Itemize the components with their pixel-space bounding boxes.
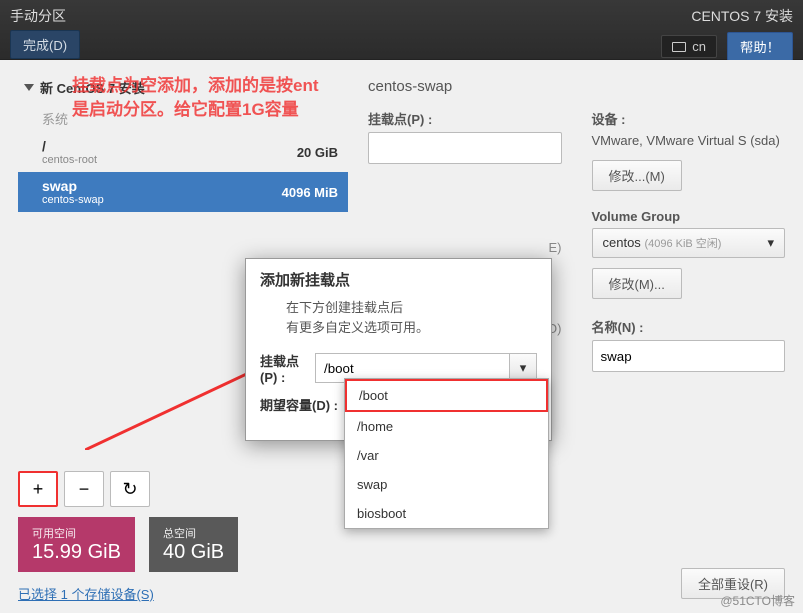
partition-controls: + − ↻ bbox=[18, 471, 348, 507]
help-button[interactable]: 帮助！ bbox=[727, 32, 793, 61]
install-title: CENTOS 7 安装 bbox=[691, 6, 793, 26]
desired-capacity-partial: E) bbox=[368, 240, 562, 255]
mountpoint-input[interactable] bbox=[368, 132, 562, 164]
done-button[interactable]: 完成(D) bbox=[10, 30, 80, 59]
modify-vg-button[interactable]: 修改(M)... bbox=[592, 268, 682, 299]
remove-partition-button[interactable]: − bbox=[64, 471, 104, 507]
partition-item-swap[interactable]: swap centos-swap 4096 MiB bbox=[18, 172, 348, 212]
chevron-down-icon: ▾ bbox=[520, 360, 527, 376]
mountpoint-field: 挂载点(P) : bbox=[368, 109, 562, 164]
watermark: @51CTO博客 bbox=[720, 592, 795, 609]
name-input[interactable] bbox=[592, 340, 786, 372]
modal-capacity-label: 期望容量(D) : bbox=[260, 395, 350, 414]
details-heading: centos-swap bbox=[368, 78, 785, 95]
mountpoint-dropdown-list: /boot /home /var swap biosboot bbox=[344, 378, 549, 529]
partition-item-root[interactable]: / centos-root 20 GiB bbox=[18, 132, 348, 172]
keyboard-layout-indicator[interactable]: cn bbox=[661, 35, 717, 58]
page-title: 手动分区 bbox=[10, 6, 80, 26]
modal-title: 添加新挂载点 bbox=[260, 269, 537, 290]
annotation-overlay: 挂载点为空添加，添加的是按ent 是启动分区。给它配置1G容量 bbox=[72, 74, 319, 122]
caret-down-icon bbox=[24, 84, 34, 91]
device-field: 设备 : VMware, VMware Virtual S (sda) 修改..… bbox=[592, 109, 786, 191]
dropdown-option-swap[interactable]: swap bbox=[345, 470, 548, 499]
dropdown-option-home[interactable]: /home bbox=[345, 412, 548, 441]
modal-hint: 在下方创建挂载点后 有更多自定义选项可用。 bbox=[286, 298, 537, 337]
partition-list: / centos-root 20 GiB swap centos-swap 40… bbox=[18, 132, 348, 212]
topbar: 手动分区 完成(D) CENTOS 7 安装 cn 帮助！ bbox=[0, 0, 803, 60]
main-content: 挂载点为空添加，添加的是按ent 是启动分区。给它配置1G容量 新 CentOS… bbox=[0, 60, 803, 613]
modal-mount-label: 挂载点(P) : bbox=[260, 351, 307, 385]
modify-device-button[interactable]: 修改...(M) bbox=[592, 160, 682, 191]
dropdown-option-biosboot[interactable]: biosboot bbox=[345, 499, 548, 528]
volume-group-select[interactable]: centos (4096 KiB 空闲) ▾ bbox=[592, 228, 786, 258]
space-summary: 可用空间 15.99 GiB 总空间 40 GiB bbox=[18, 517, 348, 572]
keyboard-layout-text: cn bbox=[692, 39, 706, 54]
name-field: 名称(N) : bbox=[592, 317, 786, 372]
add-partition-button[interactable]: + bbox=[18, 471, 58, 507]
reload-button[interactable]: ↻ bbox=[110, 471, 150, 507]
available-space-tile: 可用空间 15.99 GiB bbox=[18, 517, 135, 572]
total-space-tile: 总空间 40 GiB bbox=[149, 517, 238, 572]
storage-devices-link[interactable]: 已选择 1 个存储设备(S) bbox=[18, 584, 348, 603]
keyboard-icon bbox=[672, 42, 686, 52]
dropdown-option-boot[interactable]: /boot bbox=[345, 379, 548, 412]
volume-group-field: Volume Group centos (4096 KiB 空闲) ▾ 修改(M… bbox=[592, 209, 786, 299]
chevron-down-icon: ▾ bbox=[767, 235, 774, 251]
dropdown-option-var[interactable]: /var bbox=[345, 441, 548, 470]
